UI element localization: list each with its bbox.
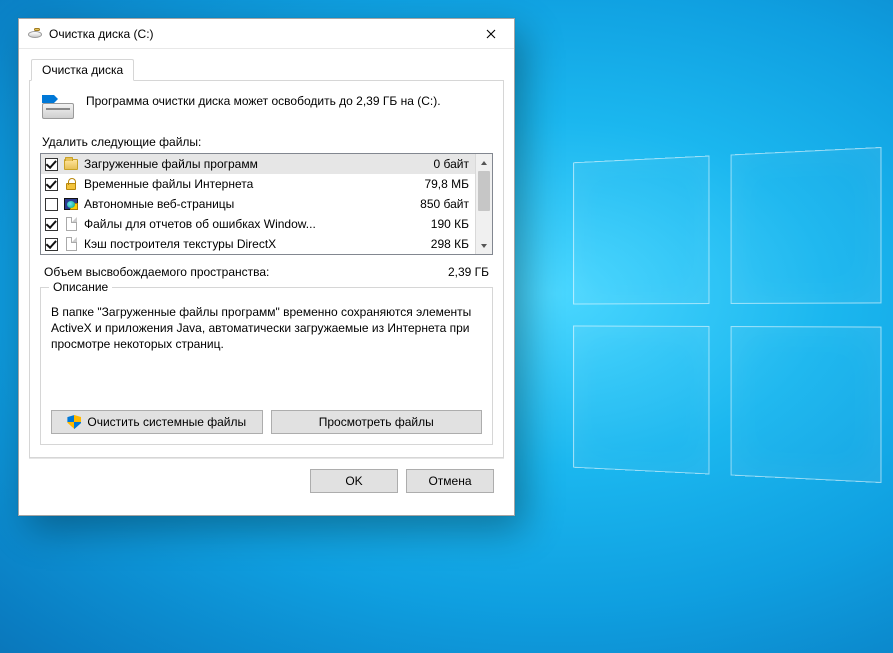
- list-item[interactable]: Файлы для отчетов об ошибках Window... 19…: [41, 214, 475, 234]
- summary-text: Программа очистки диска может освободить…: [86, 93, 441, 109]
- view-files-button[interactable]: Просмотреть файлы: [271, 410, 483, 434]
- client-area: Очистка диска Программа очистки диска мо…: [19, 49, 514, 515]
- tabpanel-cleanup: Программа очистки диска может освободить…: [29, 80, 504, 458]
- item-checkbox[interactable]: [45, 158, 58, 171]
- total-label: Объем высвобождаемого пространства:: [44, 265, 269, 279]
- clean-system-files-button[interactable]: Очистить системные файлы: [51, 410, 263, 434]
- item-name: Временные файлы Интернета: [84, 177, 394, 191]
- uac-shield-icon: [67, 415, 81, 429]
- description-legend: Описание: [49, 280, 112, 294]
- item-size: 0 байт: [399, 157, 471, 171]
- tabstrip: Очистка диска: [29, 57, 504, 81]
- item-size: 79,8 МБ: [399, 177, 471, 191]
- doc-icon: [63, 216, 79, 232]
- web-icon: [63, 196, 79, 212]
- item-size: 190 КБ: [399, 217, 471, 231]
- clean-system-files-label: Очистить системные файлы: [87, 415, 246, 429]
- list-scrollbar[interactable]: [475, 154, 492, 254]
- scroll-up-button[interactable]: [476, 154, 492, 171]
- scroll-thumb[interactable]: [478, 171, 490, 211]
- view-files-label: Просмотреть файлы: [319, 415, 434, 429]
- cancel-button[interactable]: Отмена: [406, 469, 494, 493]
- list-item[interactable]: Временные файлы Интернета 79,8 МБ: [41, 174, 475, 194]
- scroll-track[interactable]: [476, 171, 492, 237]
- item-name: Загруженные файлы программ: [84, 157, 394, 171]
- list-label: Удалить следующие файлы:: [42, 135, 491, 149]
- item-size: 850 байт: [399, 197, 471, 211]
- item-checkbox[interactable]: [45, 178, 58, 191]
- close-button[interactable]: [468, 19, 514, 49]
- item-size: 298 КБ: [399, 237, 471, 251]
- scroll-down-button[interactable]: [476, 237, 492, 254]
- titlebar[interactable]: Очистка диска (C:): [19, 19, 514, 49]
- ok-button[interactable]: OK: [310, 469, 398, 493]
- window-title: Очистка диска (C:): [49, 27, 468, 41]
- description-text: В папке "Загруженные файлы программ" вре…: [51, 304, 482, 378]
- total-row: Объем высвобождаемого пространства: 2,39…: [44, 265, 489, 279]
- file-types-list: Загруженные файлы программ 0 байт Временны…: [40, 153, 493, 255]
- item-name: Кэш построителя текстуры DirectX: [84, 237, 394, 251]
- list-item[interactable]: Загруженные файлы программ 0 байт: [41, 154, 475, 174]
- tab-cleanup[interactable]: Очистка диска: [31, 59, 134, 81]
- summary-row: Программа очистки диска может освободить…: [40, 91, 493, 131]
- windows-logo: [573, 147, 881, 483]
- list-item[interactable]: Кэш построителя текстуры DirectX 298 КБ: [41, 234, 475, 254]
- item-name: Автономные веб-страницы: [84, 197, 394, 211]
- close-icon: [486, 29, 496, 39]
- dialog-footer: OK Отмена: [29, 458, 504, 505]
- doc-icon: [63, 236, 79, 252]
- description-groupbox: Описание В папке "Загруженные файлы прог…: [40, 287, 493, 445]
- list-item[interactable]: Автономные веб-страницы 850 байт: [41, 194, 475, 214]
- item-checkbox[interactable]: [45, 238, 58, 251]
- lock-icon: [63, 176, 79, 192]
- disk-cleanup-icon: [27, 28, 43, 40]
- item-checkbox[interactable]: [45, 198, 58, 211]
- drive-icon: [42, 95, 76, 121]
- total-value: 2,39 ГБ: [448, 265, 489, 279]
- folder-icon: [63, 156, 79, 172]
- disk-cleanup-dialog: Очистка диска (C:) Очистка диска Програм…: [18, 18, 515, 516]
- item-name: Файлы для отчетов об ошибках Window...: [84, 217, 394, 231]
- item-checkbox[interactable]: [45, 218, 58, 231]
